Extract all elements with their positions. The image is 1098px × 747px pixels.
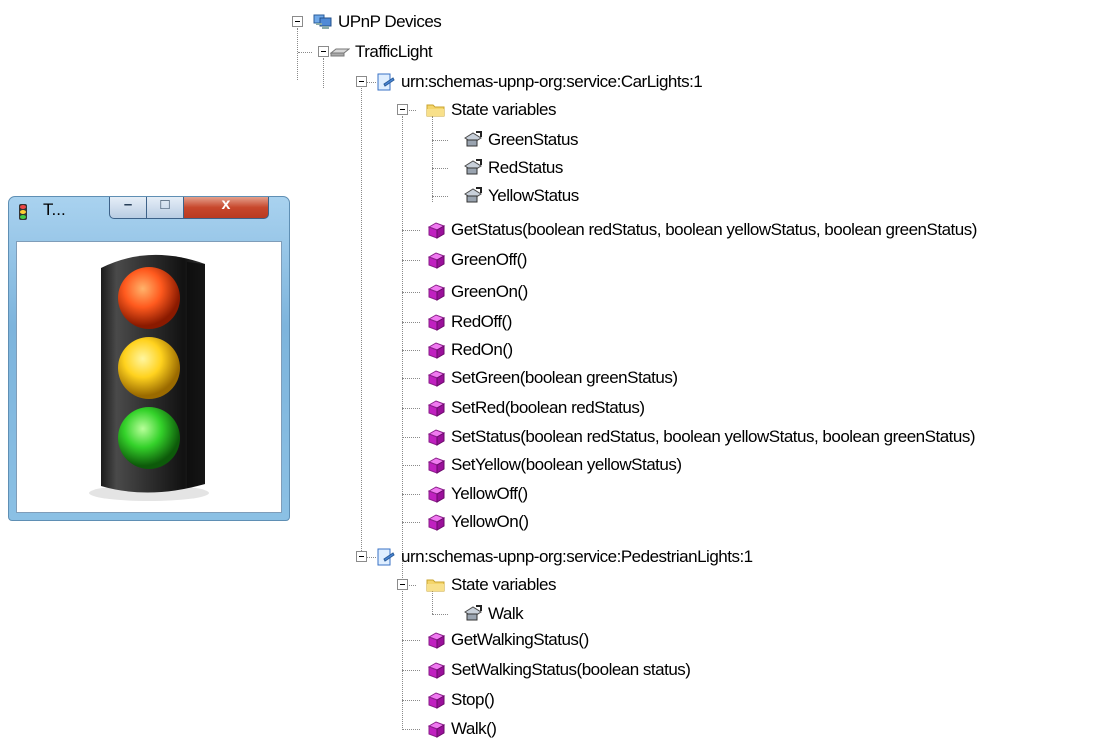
action-cube-icon [426,660,446,680]
tree-node-label: GreenStatus [488,130,578,149]
state-variable-icon [463,604,483,624]
tree-connector-line [402,408,420,409]
network-computer-icon [313,12,333,32]
tree-connector-line [402,729,420,730]
maximize-button[interactable]: □ [146,196,184,219]
upnp-devices-node-collapse-toggle[interactable] [292,16,303,27]
action-cube-icon [426,719,446,739]
tree-connector-line [402,292,420,293]
tree-connector-line [402,230,420,231]
tree-connector-line [402,465,420,466]
tree-connector-line [402,700,420,701]
tree-node-label: RedOff() [451,312,512,331]
action-cube-icon [426,312,446,332]
service-icon [376,72,396,92]
service-icon [376,547,396,567]
traffic-light-app-icon [19,204,27,220]
tree-connector-line [402,350,420,351]
red-light [118,267,180,329]
tree-connector-line [432,196,448,197]
tree-connector-line [402,494,420,495]
window-title: T... [43,200,66,219]
tree-connector-line [402,116,403,728]
action-cube-icon [426,455,446,475]
maximize-icon: □ [160,196,170,213]
action-cube-icon [426,398,446,418]
tree-node-label: GetWalkingStatus() [451,630,589,649]
tree-node-label: SetYellow(boolean yellowStatus) [451,455,682,474]
tree-node-label: SetGreen(boolean greenStatus) [451,368,678,387]
action-cube-icon [426,512,446,532]
tree-node-label: GreenOn() [451,282,528,301]
device-trafficlight-node-collapse-toggle[interactable] [318,46,329,57]
tree-connector-line [402,640,420,641]
traffic-light-graphic [89,254,209,501]
folder-icon [426,100,446,120]
state-variables-folder-2-collapse-toggle[interactable] [397,579,408,590]
tree-node-label: GetStatus(boolean redStatus, boolean yel… [451,220,977,239]
state-variable-icon [463,130,483,150]
tree-node-label: RedStatus [488,158,563,177]
action-cube-icon [426,250,446,270]
window-client-area [16,241,282,513]
device-icon [329,42,351,62]
tree-connector-line [323,58,324,88]
tree-connector-line [432,140,448,141]
action-cube-icon [426,690,446,710]
tree-node-label: SetRed(boolean redStatus) [451,398,645,417]
action-cube-icon [426,220,446,240]
action-cube-icon [426,630,446,650]
tree-node-label: Walk() [451,719,497,738]
tree-node-label: State variables [451,575,556,594]
tree-connector-line [361,88,362,557]
minimize-button[interactable]: – [109,196,147,219]
close-button[interactable]: x [183,196,269,219]
tree-connector-line [402,322,420,323]
action-cube-icon [426,368,446,388]
tree-node-label: urn:schemas-upnp-org:service:PedestrianL… [401,547,753,566]
tree-node-label: Stop() [451,690,495,709]
tree-connector-line [432,116,433,202]
tree-node-label: SetStatus(boolean redStatus, boolean yel… [451,427,975,446]
tree-node-label: Walk [488,604,524,623]
folder-icon [426,575,446,595]
tree-node-label: TrafficLight [355,42,433,61]
tree-connector-line [432,168,448,169]
tree-connector-line [297,28,298,80]
action-cube-icon [426,340,446,360]
tree-node-label: YellowStatus [488,186,579,205]
tree-node-label: YellowOff() [451,484,528,503]
action-cube-icon [426,484,446,504]
yellow-light [118,337,180,399]
traffic-light-window: T... – □ x [8,196,290,521]
service-pedestrianlights-node-collapse-toggle[interactable] [356,551,367,562]
tree-node-label: urn:schemas-upnp-org:service:CarLights:1 [401,72,703,91]
action-cube-icon [426,282,446,302]
state-variables-folder-collapse-toggle[interactable] [397,104,408,115]
tree-connector-line [432,614,448,615]
tree-connector-line [402,522,420,523]
tree-node-label: UPnP Devices [338,12,442,31]
tree-node-label: State variables [451,100,556,119]
green-light [118,407,180,469]
tree-connector-line [402,670,420,671]
tree-connector-line [402,378,420,379]
tree-node-label: YellowOn() [451,512,529,531]
tree-node-label: SetWalkingStatus(boolean status) [451,660,691,679]
state-variable-icon [463,186,483,206]
tree-node-label: GreenOff() [451,250,527,269]
state-variable-icon [463,158,483,178]
service-carlights-node-collapse-toggle[interactable] [356,76,367,87]
minimize-icon: – [123,196,133,213]
tree-connector-line [298,52,312,53]
tree-node-label: RedOn() [451,340,513,359]
tree-connector-line [402,260,420,261]
action-cube-icon [426,427,446,447]
close-icon: x [221,196,231,213]
tree-connector-line [402,437,420,438]
